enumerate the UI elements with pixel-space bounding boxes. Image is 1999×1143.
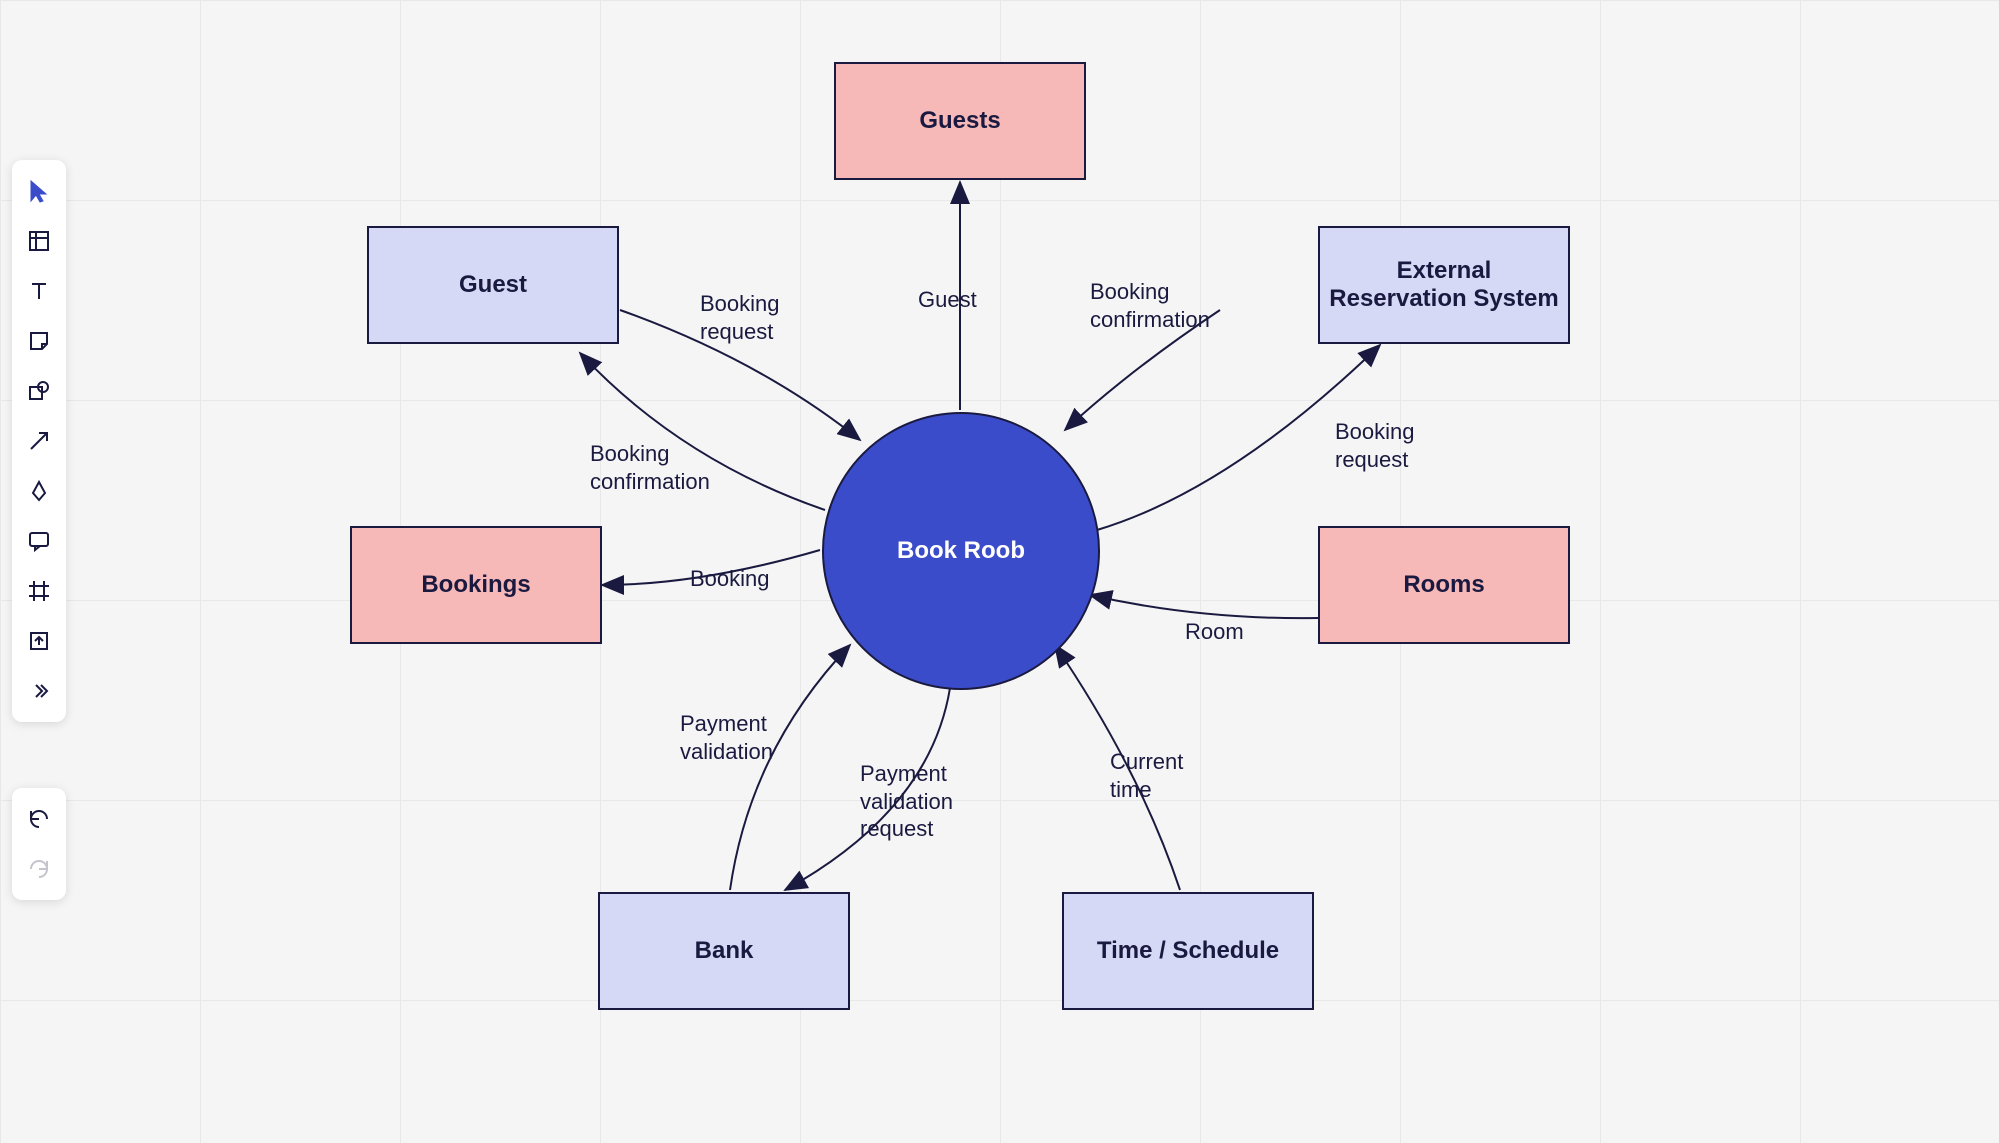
diagram-canvas[interactable]: Book Roob Guest Guests External Reservat…: [0, 0, 1999, 1143]
undo-button[interactable]: [18, 798, 60, 840]
edge-label-payment-validation: Payment validation: [680, 710, 773, 765]
entity-guest-label: Guest: [459, 271, 527, 299]
entity-guests[interactable]: Guests: [834, 62, 1086, 180]
edge-label-booking-request-1: Booking request: [700, 290, 780, 345]
export-tool[interactable]: [18, 620, 60, 662]
shape-tool[interactable]: [18, 370, 60, 412]
pointer-tool[interactable]: [18, 170, 60, 212]
central-process-node[interactable]: Book Roob: [822, 412, 1100, 690]
pen-tool[interactable]: [18, 470, 60, 512]
entity-bank[interactable]: Bank: [598, 892, 850, 1010]
entity-guest[interactable]: Guest: [367, 226, 619, 344]
entity-rooms[interactable]: Rooms: [1318, 526, 1570, 644]
edge-label-guest: Guest: [918, 286, 977, 314]
central-process-label: Book Roob: [897, 537, 1025, 565]
toolbar-main: [12, 160, 66, 722]
entity-time-schedule-label: Time / Schedule: [1097, 937, 1279, 965]
entity-external-reservation-label: External Reservation System: [1329, 257, 1558, 313]
entity-guests-label: Guests: [919, 107, 1000, 135]
sticky-tool[interactable]: [18, 320, 60, 362]
edge-label-booking-request-2: Booking request: [1335, 418, 1415, 473]
text-tool[interactable]: [18, 270, 60, 312]
grid-tool[interactable]: [18, 570, 60, 612]
entity-time-schedule[interactable]: Time / Schedule: [1062, 892, 1314, 1010]
edge-label-payment-validation-request: Payment validation request: [860, 760, 953, 843]
entity-external-reservation[interactable]: External Reservation System: [1318, 226, 1570, 344]
edge-label-booking-confirmation-2: Booking confirmation: [1090, 278, 1210, 333]
more-tool[interactable]: [18, 670, 60, 712]
entity-rooms-label: Rooms: [1403, 571, 1484, 599]
edge-label-current-time: Current time: [1110, 748, 1183, 803]
frame-tool[interactable]: [18, 220, 60, 262]
entity-bookings[interactable]: Bookings: [350, 526, 602, 644]
arrow-tool[interactable]: [18, 420, 60, 462]
entity-bookings-label: Bookings: [421, 571, 530, 599]
comment-tool[interactable]: [18, 520, 60, 562]
entity-bank-label: Bank: [695, 937, 754, 965]
edge-label-booking: Booking: [690, 565, 770, 593]
edge-label-room: Room: [1185, 618, 1244, 646]
redo-button: [18, 848, 60, 890]
edge-label-booking-confirmation-1: Booking confirmation: [590, 440, 710, 495]
toolbar-history: [12, 788, 66, 900]
